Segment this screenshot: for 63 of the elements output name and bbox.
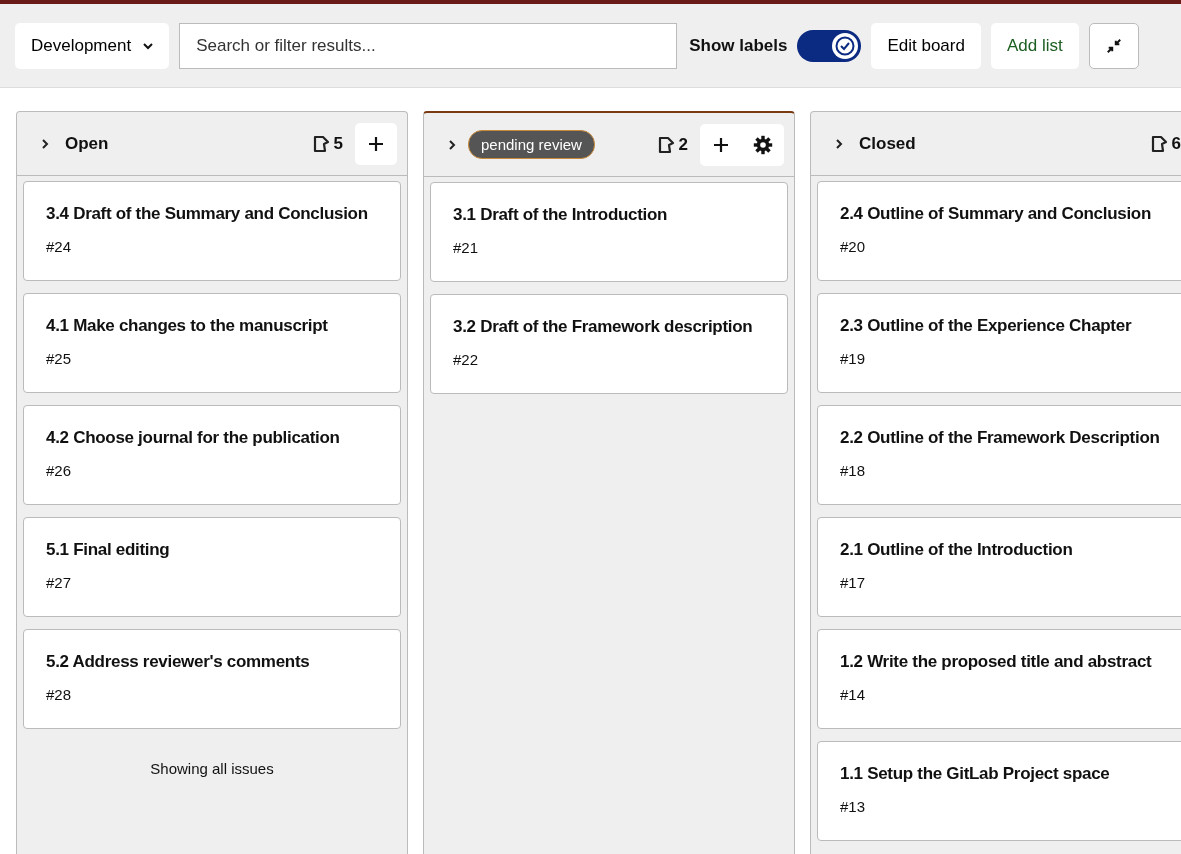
issue-card[interactable]: 2.4 Outline of Summary and Conclusion #20 [817, 181, 1181, 281]
issue-card[interactable]: 2.2 Outline of the Framework Description #18 [817, 405, 1181, 505]
issue-title: 5.1 Final editing [46, 540, 171, 560]
issue-card[interactable]: 1.2 Write the proposed title and abstract #14 [817, 629, 1181, 729]
issue-title: 2.4 Outline of Summary and Conclusion [840, 204, 1152, 224]
list-title: Closed [859, 133, 916, 154]
show-labels-toggle[interactable] [797, 29, 862, 62]
issue-card[interactable]: 3.1 Draft of the Introduction #21 [430, 182, 788, 282]
issue-title: 2.3 Outline of the Experience Chapter [840, 316, 1133, 336]
issue-title: 2.1 Outline of the Introduction [840, 540, 1074, 560]
issue-count: 2 [678, 134, 688, 155]
plus-icon[interactable] [367, 134, 385, 153]
issue-title: 5.2 Address reviewer's comments [46, 652, 311, 672]
issue-number: #19 [840, 350, 867, 367]
chevron-right-icon[interactable] [448, 138, 456, 151]
show-labels-label: Show labels [689, 35, 788, 56]
issue-title: 4.1 Make changes to the manuscript [46, 316, 329, 336]
issue-card[interactable]: 4.2 Choose journal for the publication #26 [23, 405, 401, 505]
issue-title: 1.1 Setup the GitLab Project space [840, 764, 1111, 784]
issue-title: 3.2 Draft of the Framework description [453, 317, 754, 337]
issue-title: 1.2 Write the proposed title and abstract [840, 652, 1153, 672]
issue-number: #13 [840, 798, 867, 815]
issue-card[interactable]: 5.1 Final editing #27 [23, 517, 401, 617]
add-list-button[interactable]: Add list [990, 22, 1079, 69]
issue-number: #26 [46, 462, 73, 479]
issue-title: 4.2 Choose journal for the publication [46, 428, 341, 448]
board-switcher[interactable]: Development [15, 22, 170, 69]
issue-number: #25 [46, 350, 73, 367]
chevron-down-icon[interactable] [143, 41, 154, 50]
issue-title: 3.4 Draft of the Summary and Conclusion [46, 204, 369, 224]
issue-count: 6 [1171, 133, 1181, 154]
check-icon [835, 35, 856, 56]
search-field[interactable]: Search or filter results... [179, 22, 678, 69]
issue-number: #17 [840, 574, 867, 591]
issue-card[interactable]: 1.1 Setup the GitLab Project space #13 [817, 741, 1181, 841]
issue-number: #24 [46, 238, 73, 255]
issue-card[interactable]: 5.2 Address reviewer's comments #28 [23, 629, 401, 729]
issue-number: #21 [453, 239, 480, 256]
list-footer: Showing all issues [150, 760, 274, 777]
issue-number: #28 [46, 686, 73, 703]
issue-card[interactable]: 2.1 Outline of the Introduction #17 [817, 517, 1181, 617]
issue-card[interactable]: 3.2 Draft of the Framework description #22 [430, 294, 788, 394]
issue-number: #14 [840, 686, 867, 703]
issue-count: 5 [333, 133, 343, 154]
issue-number: #27 [46, 574, 73, 591]
issue-title: 2.2 Outline of the Framework Description [840, 428, 1161, 448]
settings-icon[interactable] [753, 134, 773, 155]
issue-card[interactable]: 2.3 Outline of the Experience Chapter #19 [817, 293, 1181, 393]
edit-board-button[interactable]: Edit board [871, 22, 981, 69]
issue-number: #22 [453, 351, 480, 368]
issue-number: #18 [840, 462, 867, 479]
issue-title: 3.1 Draft of the Introduction [453, 205, 669, 225]
issue-icon [656, 135, 675, 154]
issue-number: #20 [840, 238, 867, 255]
issue-icon [311, 134, 330, 153]
list-title: Open [65, 133, 109, 154]
chevron-right-icon[interactable] [835, 137, 843, 150]
list-label[interactable]: pending review [468, 130, 595, 159]
issue-card[interactable]: 3.4 Draft of the Summary and Conclusion #24 [23, 181, 401, 281]
plus-icon[interactable] [712, 135, 730, 154]
issue-card[interactable]: 4.1 Make changes to the manuscript #25 [23, 293, 401, 393]
issue-icon [1149, 134, 1168, 153]
chevron-right-icon[interactable] [41, 137, 49, 150]
